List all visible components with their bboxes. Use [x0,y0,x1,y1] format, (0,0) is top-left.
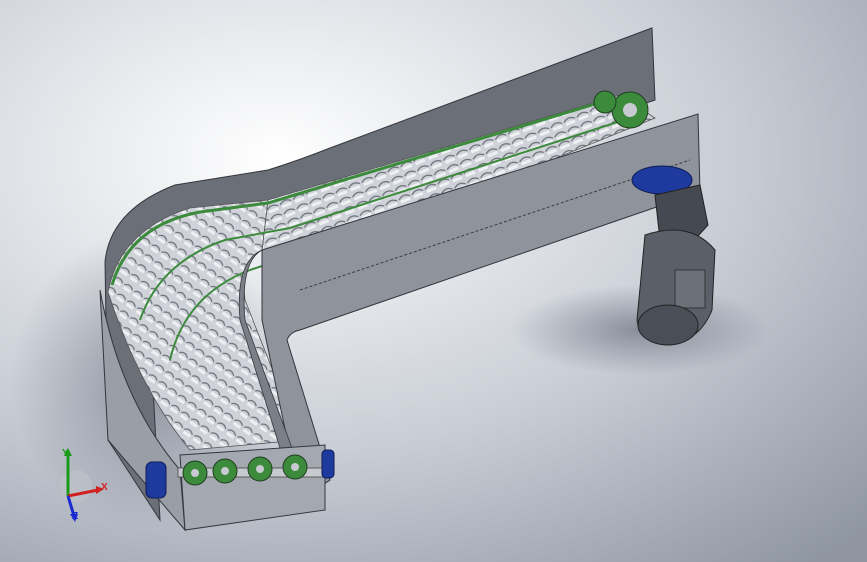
y-axis-label: Y [62,448,69,459]
bearing-block [145,461,167,499]
graphics-viewport[interactable]: X Y Z [0,0,867,562]
motor-fan-cover [637,304,699,346]
coordinate-triad: X Y Z [46,446,126,526]
terminal-box [674,269,706,309]
triad-graphic [60,448,104,522]
x-axis-label: X [101,482,108,493]
z-axis-label: Z [72,511,79,522]
bearing-block [321,449,335,479]
conveyor-model[interactable] [0,0,867,562]
